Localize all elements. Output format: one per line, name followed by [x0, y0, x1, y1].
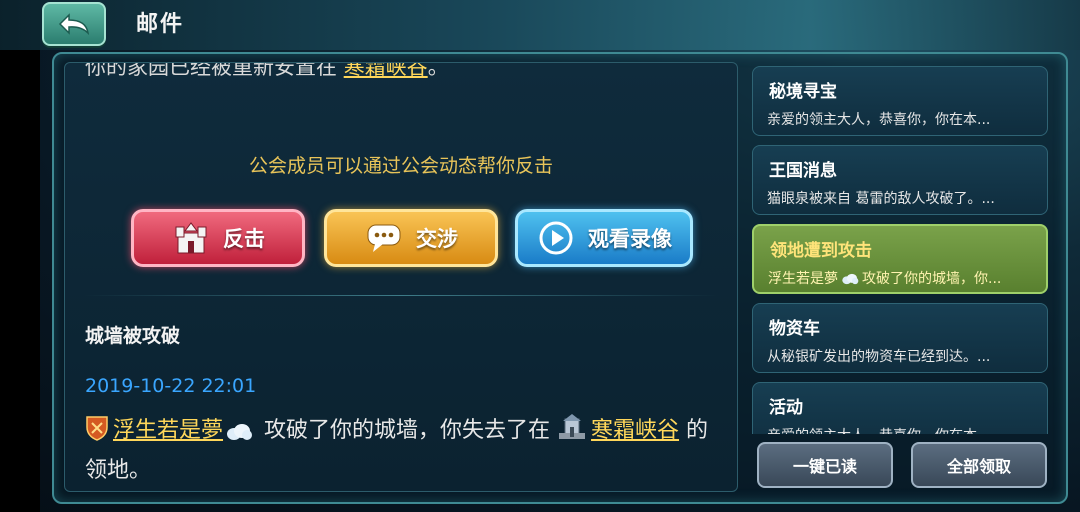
mail-detail-panel[interactable]: 你的家园已经被重新安置在 寒霜峡谷。 公会成员可以通过公会动态帮你反击 反击 交…: [64, 62, 738, 492]
claim-all-button[interactable]: 全部领取: [911, 442, 1047, 488]
mail-item-title: 活动: [769, 398, 803, 418]
preview-rest: 攻破了你的城墙，你...: [862, 271, 1002, 287]
mail-item-treasure[interactable]: 秘境寻宝 亲爱的领主大人，恭喜你，你在本...: [752, 66, 1048, 136]
mail-item-preview: 亲爱的领主大人，恭喜你，你在本...: [767, 112, 991, 128]
counterattack-button[interactable]: 反击: [131, 209, 305, 267]
mail-item-title: 秘境寻宝: [769, 82, 837, 102]
section-divider: [83, 295, 719, 296]
mail-item-title: 领地遭到攻击: [770, 241, 872, 261]
mail-item-kingdom-news[interactable]: 王国消息 猫眼泉被来自 葛雷的敌人攻破了。...: [752, 145, 1048, 215]
negotiate-button[interactable]: 交涉: [324, 209, 498, 267]
mail-body: 浮生若是夢 攻破了你的城墙，你失去了在 寒霜峡谷 的领地。: [85, 413, 725, 489]
cloud-icon: [225, 417, 253, 453]
mail-item-preview: 猫眼泉被来自 葛雷的敌人攻破了。...: [767, 191, 995, 207]
counterattack-label: 反击: [223, 227, 265, 251]
mail-item-preview: 浮生若是夢 攻破了你的城墙，你...: [768, 268, 1001, 289]
tower-icon: [557, 413, 587, 453]
chat-bubble-icon: [364, 220, 404, 256]
mail-date: 2019-10-22 22:01: [85, 375, 257, 397]
play-icon: [536, 220, 576, 256]
mail-item-title: 王国消息: [769, 161, 837, 181]
previous-location-link[interactable]: 寒霜峡谷: [344, 63, 428, 79]
watch-replay-label: 观看录像: [588, 227, 672, 251]
mark-all-read-button[interactable]: 一键已读: [757, 442, 893, 488]
previous-text-line: 你的家园已经被重新安置在 寒霜峡谷。: [85, 62, 449, 81]
mail-item-preview: 从秘银矿发出的物资车已经到达。...: [767, 349, 991, 365]
location-link[interactable]: 寒霜峡谷: [591, 418, 679, 443]
page-title: 邮件: [136, 12, 185, 37]
left-edge: [0, 0, 40, 512]
mail-item-supply-cart[interactable]: 物资车 从秘银矿发出的物资车已经到达。...: [752, 303, 1048, 373]
back-arrow-icon: [58, 13, 90, 36]
attacker-link[interactable]: 浮生若是夢: [113, 418, 223, 443]
mail-list[interactable]: 秘境寻宝 亲爱的领主大人，恭喜你，你在本... 王国消息 猫眼泉被来自 葛雷的敌…: [748, 62, 1054, 434]
mail-subject: 城墙被攻破: [85, 325, 181, 347]
previous-text-end: 。: [427, 62, 449, 79]
castle-icon: [171, 220, 211, 256]
cloud-icon: [841, 273, 859, 289]
negotiate-label: 交涉: [416, 227, 458, 251]
guild-help-tip: 公会成员可以通过公会动态帮你反击: [248, 155, 553, 177]
back-button[interactable]: [42, 2, 106, 46]
watch-replay-button[interactable]: 观看录像: [515, 209, 693, 267]
body-middle-text: 攻破了你的城墙，你失去了在: [264, 418, 551, 443]
mail-item-territory-attacked[interactable]: 领地遭到攻击 浮生若是夢 攻破了你的城墙，你...: [752, 224, 1048, 294]
mail-item-event[interactable]: 活动 亲爱的领主大人，恭喜你，你在本...: [752, 382, 1048, 434]
mail-item-title: 物资车: [769, 319, 820, 339]
mail-item-preview: 亲爱的领主大人，恭喜你，你在本...: [767, 425, 990, 434]
guild-shield-icon: [85, 415, 109, 453]
previous-text: 你的家园已经被重新安置在: [85, 62, 337, 79]
preview-attacker: 浮生若是夢: [768, 271, 838, 287]
